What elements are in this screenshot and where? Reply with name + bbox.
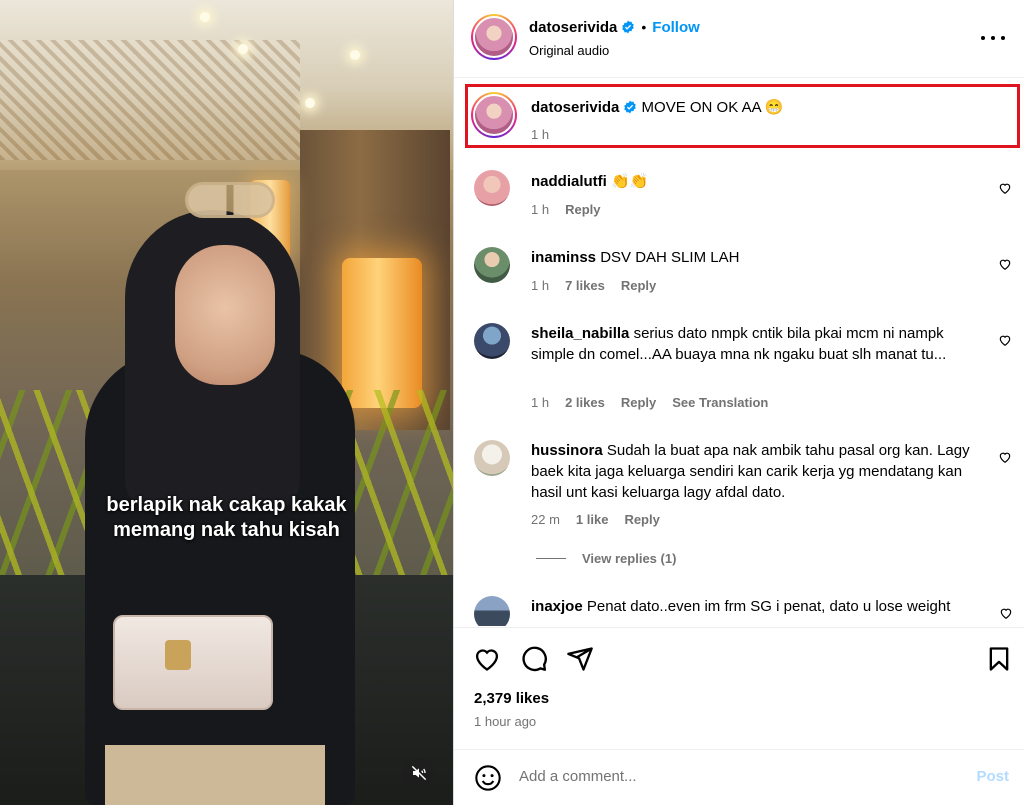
comment-text: sheila_nabilla serius dato nmpk cntik bi… bbox=[531, 323, 971, 365]
post-actions-bar: 2,379 likes 1 hour ago bbox=[454, 627, 1024, 749]
comment-username[interactable]: inaminss bbox=[531, 249, 596, 266]
reply-button[interactable]: Reply bbox=[624, 512, 659, 527]
ceiling-light bbox=[305, 98, 315, 108]
speaker-muted-icon bbox=[411, 765, 427, 781]
add-comment-input[interactable]: Add a comment... bbox=[519, 768, 637, 785]
comment-likes[interactable]: 1 like bbox=[576, 512, 609, 527]
header-title-row: datoserivida • Follow bbox=[529, 19, 700, 37]
mute-button[interactable] bbox=[403, 757, 435, 789]
post-details-panel: datoserivida • Follow Original audio datos… bbox=[453, 0, 1024, 805]
reply-button[interactable]: Reply bbox=[621, 278, 656, 293]
comment-time: 1 h bbox=[531, 202, 550, 217]
view-replies-button[interactable]: View replies (1) bbox=[536, 551, 676, 566]
post-comment-button[interactable]: Post bbox=[976, 768, 1009, 785]
video-caption-line-1: berlapik nak cakap kakak bbox=[106, 494, 347, 516]
add-comment-bar: Add a comment... Post bbox=[454, 749, 1024, 805]
heart-icon[interactable] bbox=[473, 645, 501, 673]
post-header: datoserivida • Follow Original audio bbox=[454, 0, 1024, 78]
comment-body: Penat dato..even im frm SG i penat, dato… bbox=[586, 598, 951, 615]
sunglasses bbox=[185, 182, 275, 218]
comment-time: 1 h bbox=[531, 278, 550, 293]
comment-text: naddialutfi 👏👏 bbox=[531, 171, 971, 192]
person-face bbox=[175, 245, 275, 385]
see-translation-button[interactable]: See Translation bbox=[672, 395, 768, 410]
author-username[interactable]: datoserivida bbox=[529, 19, 617, 36]
emoji-smile-icon[interactable] bbox=[474, 764, 502, 792]
reply-button[interactable]: Reply bbox=[565, 202, 600, 217]
comment-likes[interactable]: 2 likes bbox=[565, 395, 605, 410]
posted-time: 1 hour ago bbox=[474, 714, 537, 729]
view-replies-label: View replies (1) bbox=[582, 551, 677, 566]
verified-badge-icon bbox=[624, 100, 637, 114]
more-options-icon[interactable] bbox=[981, 28, 1005, 48]
comment-meta: 1 h 7 likes Reply bbox=[531, 278, 656, 293]
author-avatar[interactable] bbox=[471, 14, 517, 60]
handbag bbox=[113, 615, 273, 710]
comment-like-heart-icon[interactable] bbox=[998, 450, 1012, 464]
comment-username[interactable]: inaxjoe bbox=[531, 598, 583, 615]
comment-text: inaxjoe Penat dato..even im frm SG i pen… bbox=[531, 596, 971, 617]
comment-username[interactable]: hussinora bbox=[531, 442, 603, 459]
comment-time: 22 m bbox=[531, 512, 560, 527]
follow-button[interactable]: Follow bbox=[652, 19, 700, 36]
comment-like-heart-icon[interactable] bbox=[998, 333, 1012, 347]
comment-body: DSV DAH SLIM LAH bbox=[600, 249, 740, 266]
comment-like-heart-icon[interactable] bbox=[998, 181, 1012, 195]
comment-username[interactable]: naddialutfi bbox=[531, 173, 607, 190]
comment-body: 👏👏 bbox=[611, 173, 649, 190]
caption-time: 1 h bbox=[531, 127, 550, 142]
background-pattern bbox=[0, 40, 300, 160]
comment-avatar[interactable] bbox=[474, 440, 510, 476]
likes-count[interactable]: 2,379 likes bbox=[474, 690, 549, 707]
post-caption: datoserivida MOVE ON OK AA 😁 bbox=[531, 98, 784, 116]
comment-time: 1 h bbox=[531, 395, 550, 410]
handbag-clasp bbox=[165, 640, 191, 670]
caption-username[interactable]: datoserivida bbox=[531, 99, 619, 116]
comment-text: hussinora Sudah la buat apa nak ambik ta… bbox=[531, 440, 971, 503]
audio-label[interactable]: Original audio bbox=[529, 43, 609, 58]
comment-meta: 22 m 1 like Reply bbox=[531, 512, 660, 527]
comment-meta: 1 h 2 likes Reply See Translation bbox=[531, 395, 768, 410]
caption-author-avatar[interactable] bbox=[471, 92, 517, 138]
comment-like-heart-icon[interactable] bbox=[999, 606, 1013, 620]
comment-avatar[interactable] bbox=[474, 596, 510, 626]
reply-button[interactable]: Reply bbox=[621, 395, 656, 410]
video-caption-line-2: memang nak tahu kisah bbox=[113, 519, 340, 541]
comment-avatar[interactable] bbox=[474, 247, 510, 283]
ceiling-light bbox=[350, 50, 360, 60]
comment-avatar[interactable] bbox=[474, 170, 510, 206]
comment-text: inaminss DSV DAH SLIM LAH bbox=[531, 247, 971, 268]
comment-likes[interactable]: 7 likes bbox=[565, 278, 605, 293]
person-pants bbox=[105, 745, 325, 805]
comment-item-clipped: inaxjoe Penat dato..even im frm SG i pen… bbox=[454, 590, 1024, 626]
comment-bubble-icon[interactable] bbox=[520, 645, 548, 673]
video-player[interactable]: berlapik nak cakap kakak memang nak tahu… bbox=[0, 0, 453, 805]
replies-divider bbox=[536, 558, 566, 559]
send-paper-plane-icon[interactable] bbox=[566, 645, 594, 673]
header-separator: • bbox=[641, 19, 647, 35]
verified-badge-icon bbox=[622, 20, 635, 34]
comment-meta: 1 h Reply bbox=[531, 202, 600, 217]
ceiling-light bbox=[238, 44, 248, 54]
comment-like-heart-icon[interactable] bbox=[998, 257, 1012, 271]
ceiling-light bbox=[200, 12, 210, 22]
caption-text: MOVE ON OK AA 😁 bbox=[641, 99, 784, 116]
comment-avatar[interactable] bbox=[474, 323, 510, 359]
bookmark-icon[interactable] bbox=[985, 645, 1013, 673]
comment-username[interactable]: sheila_nabilla bbox=[531, 325, 629, 342]
